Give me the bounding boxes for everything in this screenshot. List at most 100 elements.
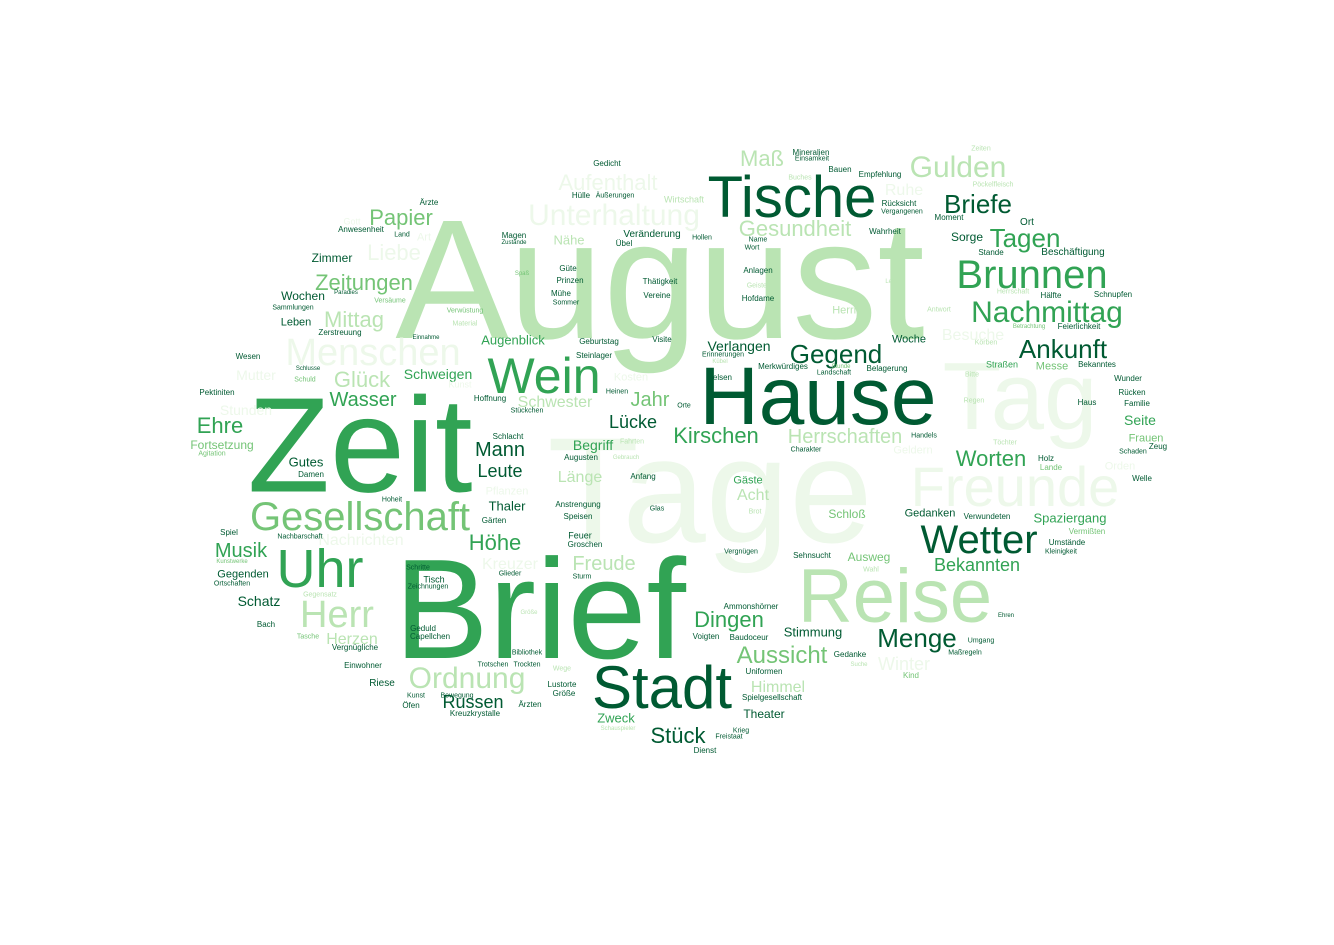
cloud-word-orden: Orden [1104,460,1136,473]
cloud-word-steinlager: Steinlager [575,351,613,360]
cloud-word-land: Land [394,231,410,239]
cloud-word-wesen: Wesen [235,352,261,361]
cloud-word-wochen: Wochen [281,289,325,303]
cloud-word-beschaftigung: Beschäftigung [1041,247,1105,258]
cloud-word-kubel: Kübel [712,359,728,365]
cloud-word-herrschaften: Herrschaften [787,426,903,448]
cloud-word-schlusse: Schlusse [295,366,321,372]
cloud-word-damen: Damen [298,470,324,479]
cloud-word-orte: Orte [677,402,691,410]
cloud-word-schatz: Schatz [237,593,281,609]
cloud-word-mutter: Mutter [236,367,276,383]
cloud-word-ammonshorner: Ammonshörner [723,602,779,611]
cloud-word-felsen: Felsen [707,373,733,382]
cloud-word-gedanke: Gedanke [833,650,867,659]
cloud-word-acht: Acht [736,487,770,504]
cloud-word-hulle: Hülle [571,191,591,200]
cloud-word-stuckchen: Stückchen [510,407,544,415]
cloud-word-spaziergang: Spaziergang [1033,510,1107,526]
cloud-word-zerstreuung: Zerstreuung [318,328,362,337]
cloud-word-gegenden: Gegenden [217,568,269,581]
cloud-word-augenblick: Augenblick [481,332,545,348]
cloud-word-leben: Leben [280,316,312,329]
cloud-word-fortsetzung: Fortsetzung [190,438,254,452]
cloud-word-anfang: Anfang [630,472,656,481]
cloud-word-stimmung: Stimmung [783,624,843,640]
cloud-word-lucke: Lücke [608,412,658,432]
cloud-word-dingen: Dingen [694,607,764,632]
cloud-word-wort: Wort [744,244,760,252]
cloud-word-massregeln: Maßregeln [948,649,982,657]
cloud-word-kunstwerke: Kunstwerke [216,559,248,565]
cloud-word-gutes: Gutes [288,454,324,470]
cloud-word-veranderung: Veränderung [623,229,681,240]
cloud-word-gute: Güte [559,264,577,273]
cloud-word-stunden: Stunden [219,402,273,418]
cloud-word-umstande: Umstände [1048,538,1086,547]
cloud-word-familie: Familie [1124,399,1150,408]
cloud-word-buches: Buches [788,174,812,182]
cloud-word-bach: Bach [256,620,276,629]
cloud-word-groschen: Groschen [567,540,603,549]
cloud-word-paradies: Paradies [334,290,358,296]
cloud-word-glas: Glas [649,505,665,513]
cloud-word-glieder: Glieder [498,570,522,578]
cloud-word-woche: Woche [891,333,927,346]
cloud-word-vermissten: Vermißten [1068,527,1106,536]
cloud-word-erinnerungen: Erinnerungen [701,351,745,359]
cloud-word-geburtstag: Geburtstag [579,337,619,346]
cloud-word-bauen: Bauen [828,165,852,174]
cloud-word-ortschaften: Ortschaften [213,580,251,588]
cloud-word-wahrheit: Wahrheit [869,227,901,236]
cloud-word-voigten: Voigten [692,632,720,641]
cloud-word-bekanntes: Bekanntes [1078,360,1116,369]
cloud-word-bitte: Bitte [964,371,980,379]
cloud-word-zeug: Zeug [1148,442,1168,451]
cloud-word-bekannten: Bekannten [933,555,1021,575]
cloud-word-lange: Länge [557,469,603,486]
cloud-word-gegensatz: Gegensatz [303,591,337,599]
cloud-word-name: Name [748,236,768,244]
cloud-word-hofdame: Hofdame [741,294,775,303]
cloud-word-betrachtung: Betrachtung [1012,324,1046,330]
cloud-word-nahe: Nähe [553,232,585,248]
cloud-word-ausserungen: Äußerungen [595,192,635,200]
cloud-word-spielgesellschaft: Spielgesellschaft [741,693,803,702]
cloud-word-zustande: Zustände [501,240,527,246]
cloud-word-schauspieler: Schauspieler [600,726,636,732]
cloud-word-liebe: Liebe [367,240,421,265]
cloud-word-agitation: Agitation [198,450,226,458]
cloud-word-arzten: Ärzten [518,700,542,709]
cloud-word-einsamkeit: Einsamkeit [794,155,830,163]
cloud-word-wirtschaft: Wirtschaft [663,194,705,205]
cloud-word-zeichnungen: Zeichnungen [407,583,449,591]
cloud-word-brunnen: Brunnen [956,253,1108,297]
cloud-word-worten: Worten [955,446,1027,471]
cloud-word-schuld: Schuld [294,376,316,384]
cloud-word-haus: Haus [1077,398,1097,407]
cloud-word-suche: Suche [850,662,868,668]
cloud-word-einwohner: Einwohner [344,661,382,670]
cloud-word-versaume: Versäume [374,297,406,305]
cloud-word-schnupfen: Schnupfen [1093,290,1133,299]
cloud-word-zimmer: Zimmer [311,251,353,265]
cloud-word-empfehlung: Empfehlung [858,170,902,179]
cloud-word-wahl: Wahl [863,566,879,574]
cloud-word-gluck: Glück [333,367,391,392]
cloud-word-kosten: Kosten [613,371,649,384]
cloud-word-tochter: Töchter [993,439,1017,447]
cloud-word-kirschen: Kirschen [673,423,759,448]
cloud-word-ubel: Übel [615,239,633,248]
cloud-word-pektiniten: Pektiniten [199,388,235,397]
cloud-word-grosse-light: Größe [520,610,538,616]
cloud-word-kind: Kind [902,671,920,680]
cloud-word-sturm: Sturm [572,573,592,581]
cloud-word-landschaft: Landschaft [816,369,852,377]
cloud-word-garten: Gärten [481,516,507,525]
cloud-word-bewegung: Bewegung [440,692,474,700]
cloud-word-speisen: Speisen [563,512,593,521]
cloud-word-schloss: Schloß [828,507,866,521]
cloud-word-grosse: Größe [552,689,576,698]
cloud-word-trockten: Trockten [513,661,541,669]
cloud-word-zweck: Zweck [597,710,635,726]
